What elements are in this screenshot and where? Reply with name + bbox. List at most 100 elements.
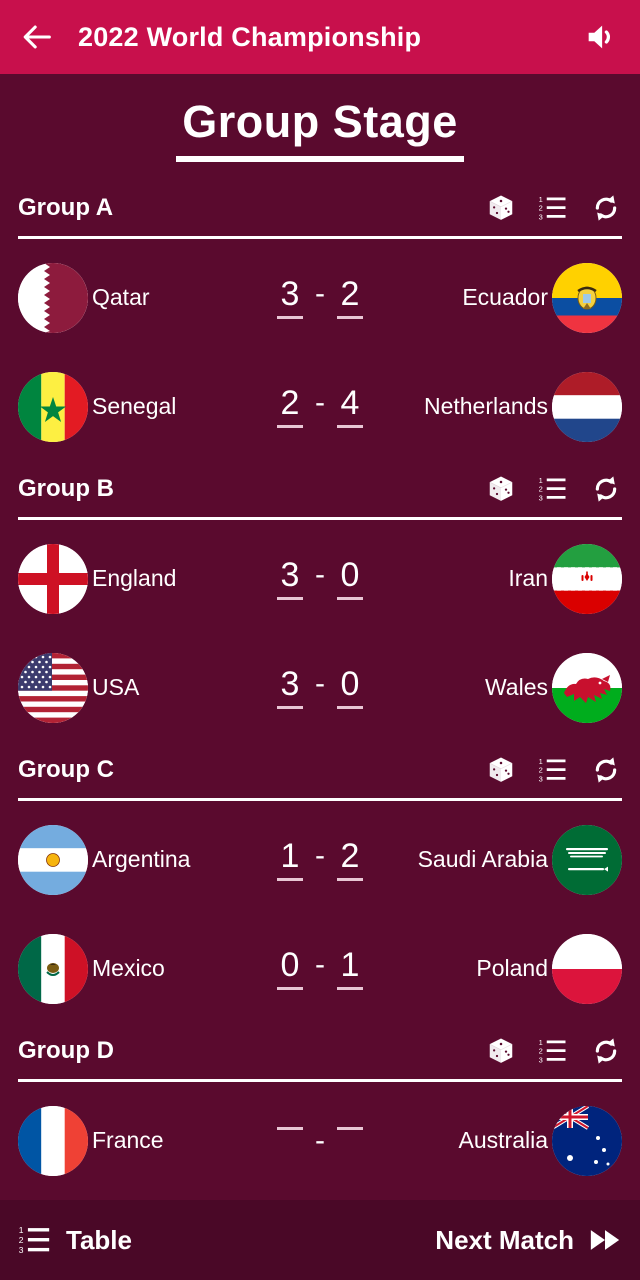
away-team: Poland <box>380 933 622 1004</box>
refresh-icon <box>595 195 617 221</box>
home-score-field[interactable]: 3 <box>273 276 307 319</box>
home-score-field[interactable]: 3 <box>273 557 307 600</box>
home-score-field[interactable] <box>273 1123 307 1130</box>
group-action-bar: 1 2 3 <box>486 1035 622 1067</box>
sound-toggle-button[interactable] <box>578 15 622 59</box>
group-list[interactable]: Group A 1 2 3 Qatar 3 - 2 Ecuador Senega… <box>0 180 640 1200</box>
svg-text:1: 1 <box>539 476 543 485</box>
group-section: Group B 1 2 3 England 3 - 0 Iran USA 3 -… <box>0 461 640 742</box>
home-score-field[interactable]: 1 <box>273 838 307 881</box>
home-score-underline <box>277 597 303 600</box>
reset-group-button[interactable] <box>590 1035 622 1067</box>
group-table-button[interactable]: 1 2 3 <box>538 193 568 223</box>
svg-text:3: 3 <box>539 493 543 502</box>
simulate-group-button[interactable] <box>486 193 516 223</box>
match-row[interactable]: France - Australia <box>18 1086 622 1195</box>
svg-text:2: 2 <box>19 1235 24 1245</box>
numbered-list-icon: 1 2 3 <box>539 757 566 783</box>
next-match-button[interactable]: Next Match <box>435 1223 622 1257</box>
argentina-flag-icon <box>18 824 88 895</box>
numbered-list-icon: 1 2 3 <box>539 476 566 502</box>
iran-flag-icon <box>552 543 622 614</box>
home-score-field[interactable]: 2 <box>273 385 307 428</box>
match-score[interactable]: 3 - 0 <box>260 666 380 709</box>
numbered-list-icon: 1 2 3 <box>539 195 566 221</box>
svg-text:3: 3 <box>539 774 543 783</box>
home-team-name: Mexico <box>92 955 165 981</box>
match-row[interactable]: Argentina 1 - 2 Saudi Arabia <box>18 805 622 914</box>
away-score-value: 0 <box>340 665 360 703</box>
away-score-field[interactable]: 0 <box>333 666 367 709</box>
away-score-underline <box>337 987 363 990</box>
australia-flag-icon <box>552 1105 622 1176</box>
app-title: 2022 World Championship <box>78 21 422 52</box>
away-score-value: 1 <box>340 946 360 984</box>
away-score-underline <box>337 706 363 709</box>
match-score[interactable]: 3 - 0 <box>260 557 380 600</box>
match-score[interactable]: - <box>260 1123 380 1159</box>
back-button[interactable] <box>18 17 58 57</box>
table-nav-button[interactable]: 1 2 3 Table <box>18 1223 435 1257</box>
group-section: Group C 1 2 3 Argentina 1 - 2 Saudi Arab… <box>0 742 640 1023</box>
svg-text:2: 2 <box>539 485 543 494</box>
away-team: Saudi Arabia <box>380 824 622 895</box>
home-score-value: 3 <box>280 556 300 594</box>
home-score-underline <box>277 425 303 428</box>
reset-group-button[interactable] <box>590 473 622 505</box>
match-score[interactable]: 1 - 2 <box>260 838 380 881</box>
refresh-icon <box>595 757 617 783</box>
page-title: Group Stage <box>176 96 464 162</box>
home-score-value: 3 <box>280 275 300 313</box>
away-team: Ecuador <box>380 262 622 333</box>
away-score-field[interactable]: 0 <box>333 557 367 600</box>
match-row[interactable]: USA 3 - 0 Wales <box>18 633 622 742</box>
reset-group-button[interactable] <box>590 192 622 224</box>
away-score-field[interactable]: 1 <box>333 947 367 990</box>
france-flag-icon <box>18 1105 88 1176</box>
score-separator: - <box>315 839 325 872</box>
group-table-button[interactable]: 1 2 3 <box>538 1036 568 1066</box>
svg-text:1: 1 <box>539 195 543 204</box>
group-section: Group D 1 2 3 France - Australia <box>0 1023 640 1195</box>
group-table-button[interactable]: 1 2 3 <box>538 755 568 785</box>
away-team-name: Iran <box>508 565 548 591</box>
home-score-field[interactable]: 3 <box>273 666 307 709</box>
refresh-icon <box>595 1038 617 1064</box>
away-score-value: 0 <box>340 556 360 594</box>
match-row[interactable]: England 3 - 0 Iran <box>18 524 622 633</box>
reset-group-button[interactable] <box>590 754 622 786</box>
home-score-value: 0 <box>280 946 300 984</box>
dice-icon <box>489 195 513 220</box>
group-action-bar: 1 2 3 <box>486 192 622 224</box>
match-score[interactable]: 3 - 2 <box>260 276 380 319</box>
match-row[interactable]: Senegal 2 - 4 Netherlands <box>18 352 622 461</box>
match-score[interactable]: 2 - 4 <box>260 385 380 428</box>
away-score-field[interactable]: 4 <box>333 385 367 428</box>
simulate-group-button[interactable] <box>486 474 516 504</box>
group-divider <box>18 517 622 520</box>
away-score-field[interactable] <box>333 1123 367 1130</box>
home-score-field[interactable]: 0 <box>273 947 307 990</box>
simulate-group-button[interactable] <box>486 1036 516 1066</box>
page-title-container: Group Stage <box>0 74 640 168</box>
match-score[interactable]: 0 - 1 <box>260 947 380 990</box>
simulate-group-button[interactable] <box>486 755 516 785</box>
match-row[interactable]: Qatar 3 - 2 Ecuador <box>18 243 622 352</box>
home-team: France <box>18 1105 260 1176</box>
match-row[interactable]: Mexico 0 - 1 Poland <box>18 914 622 1023</box>
away-score-field[interactable]: 2 <box>333 838 367 881</box>
group-header: Group D 1 2 3 <box>18 1023 622 1079</box>
wales-flag-icon <box>552 652 622 723</box>
svg-text:3: 3 <box>539 1055 543 1064</box>
next-match-label: Next Match <box>435 1224 574 1255</box>
away-score-field[interactable]: 2 <box>333 276 367 319</box>
group-table-button[interactable]: 1 2 3 <box>538 474 568 504</box>
svg-text:1: 1 <box>19 1225 24 1235</box>
group-action-bar: 1 2 3 <box>486 473 622 505</box>
away-score-underline <box>337 1126 363 1130</box>
home-team: Qatar <box>18 262 260 333</box>
away-team-name: Ecuador <box>462 284 548 310</box>
home-score-value: 1 <box>280 837 300 875</box>
poland-flag-icon <box>552 933 622 1004</box>
group-title: Group C <box>18 756 114 783</box>
